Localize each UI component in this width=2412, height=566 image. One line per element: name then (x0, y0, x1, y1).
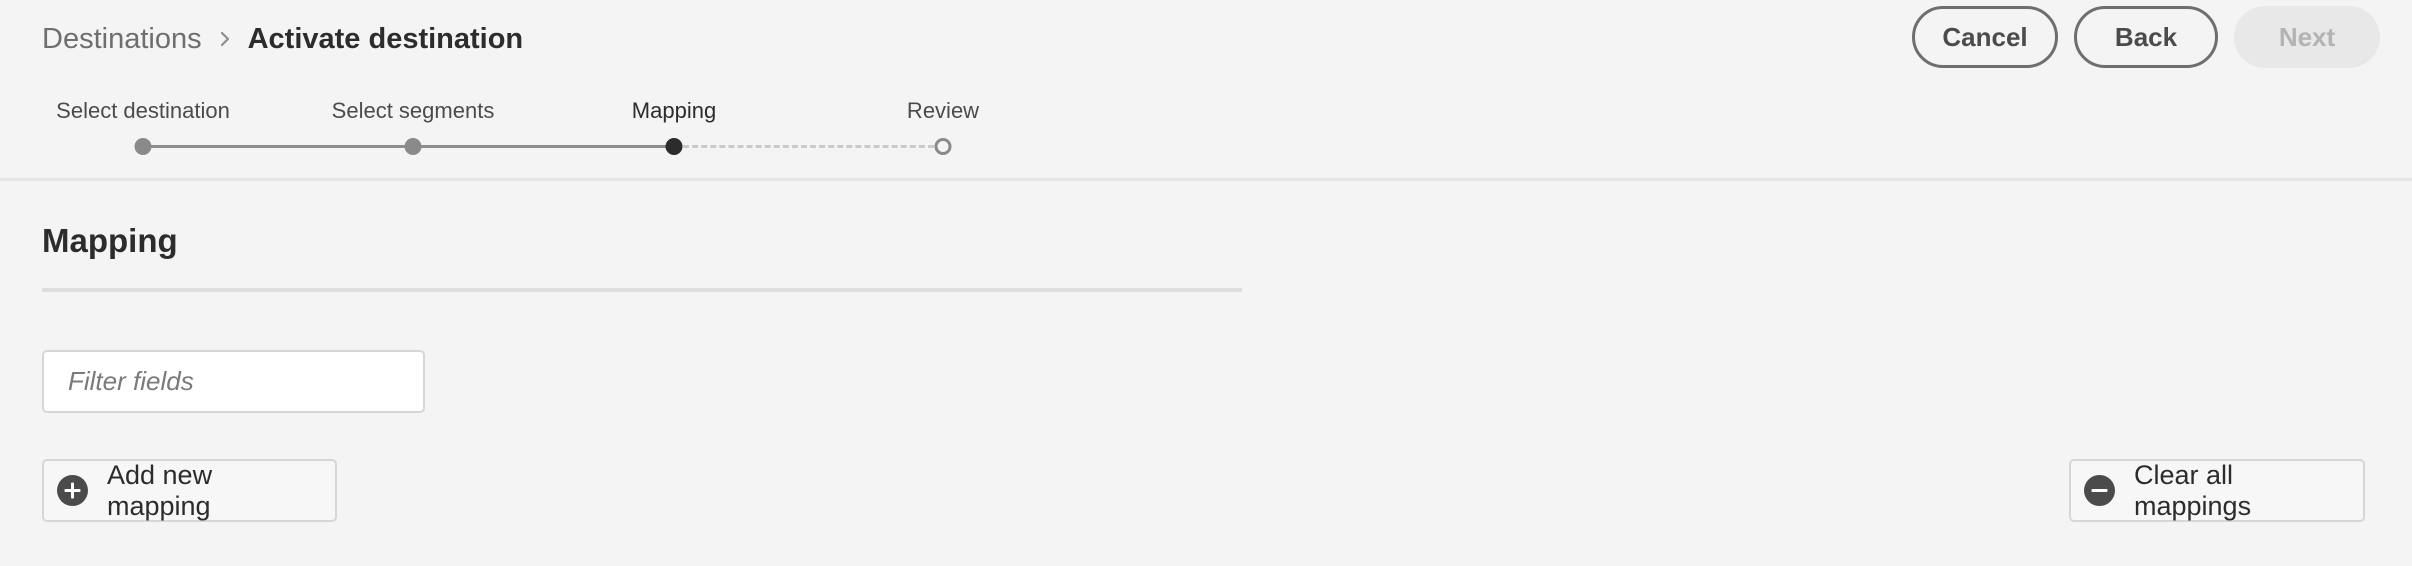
chevron-right-icon (202, 18, 248, 60)
cancel-button[interactable]: Cancel (1912, 6, 2058, 68)
clear-all-mappings-label: Clear all mappings (2134, 459, 2252, 521)
header-actions: Cancel Back Next (1912, 6, 2380, 68)
add-new-mapping-button[interactable]: Add new mapping (42, 459, 337, 522)
remove-circle-icon (2083, 474, 2116, 507)
step-marker-mapping (665, 138, 683, 155)
step-label-select-segments: Select segments (331, 98, 495, 123)
step-connector-done (143, 145, 413, 148)
progress-stepper: Select destination Select segments Mappi… (0, 90, 1100, 170)
step-marker-select-segments (404, 138, 422, 155)
section-divider (42, 288, 1242, 292)
step-connector-done (413, 145, 674, 148)
step-marker-select-destination (134, 138, 152, 155)
next-button[interactable]: Next (2234, 6, 2380, 68)
breadcrumb-destinations-link[interactable]: Destinations (42, 23, 202, 56)
activate-destination-page: Destinations Activate destination Cancel… (0, 0, 2412, 566)
clear-all-mappings-button[interactable]: Clear all mappings (2069, 459, 2365, 522)
step-marker-review (934, 138, 952, 155)
add-circle-icon (56, 474, 89, 507)
section-title-mapping: Mapping (42, 222, 178, 259)
step-connector-pending (674, 145, 943, 148)
step-label-mapping: Mapping (631, 98, 717, 123)
page-title: Activate destination (247, 22, 524, 55)
breadcrumb: Destinations Activate destination (42, 18, 523, 60)
add-new-mapping-label: Add new mapping (107, 459, 213, 521)
step-label-select-destination: Select destination (56, 98, 230, 123)
header-divider (0, 178, 2412, 181)
step-label-review: Review (906, 98, 980, 123)
back-button[interactable]: Back (2074, 6, 2218, 68)
filter-fields-input[interactable] (42, 350, 425, 413)
